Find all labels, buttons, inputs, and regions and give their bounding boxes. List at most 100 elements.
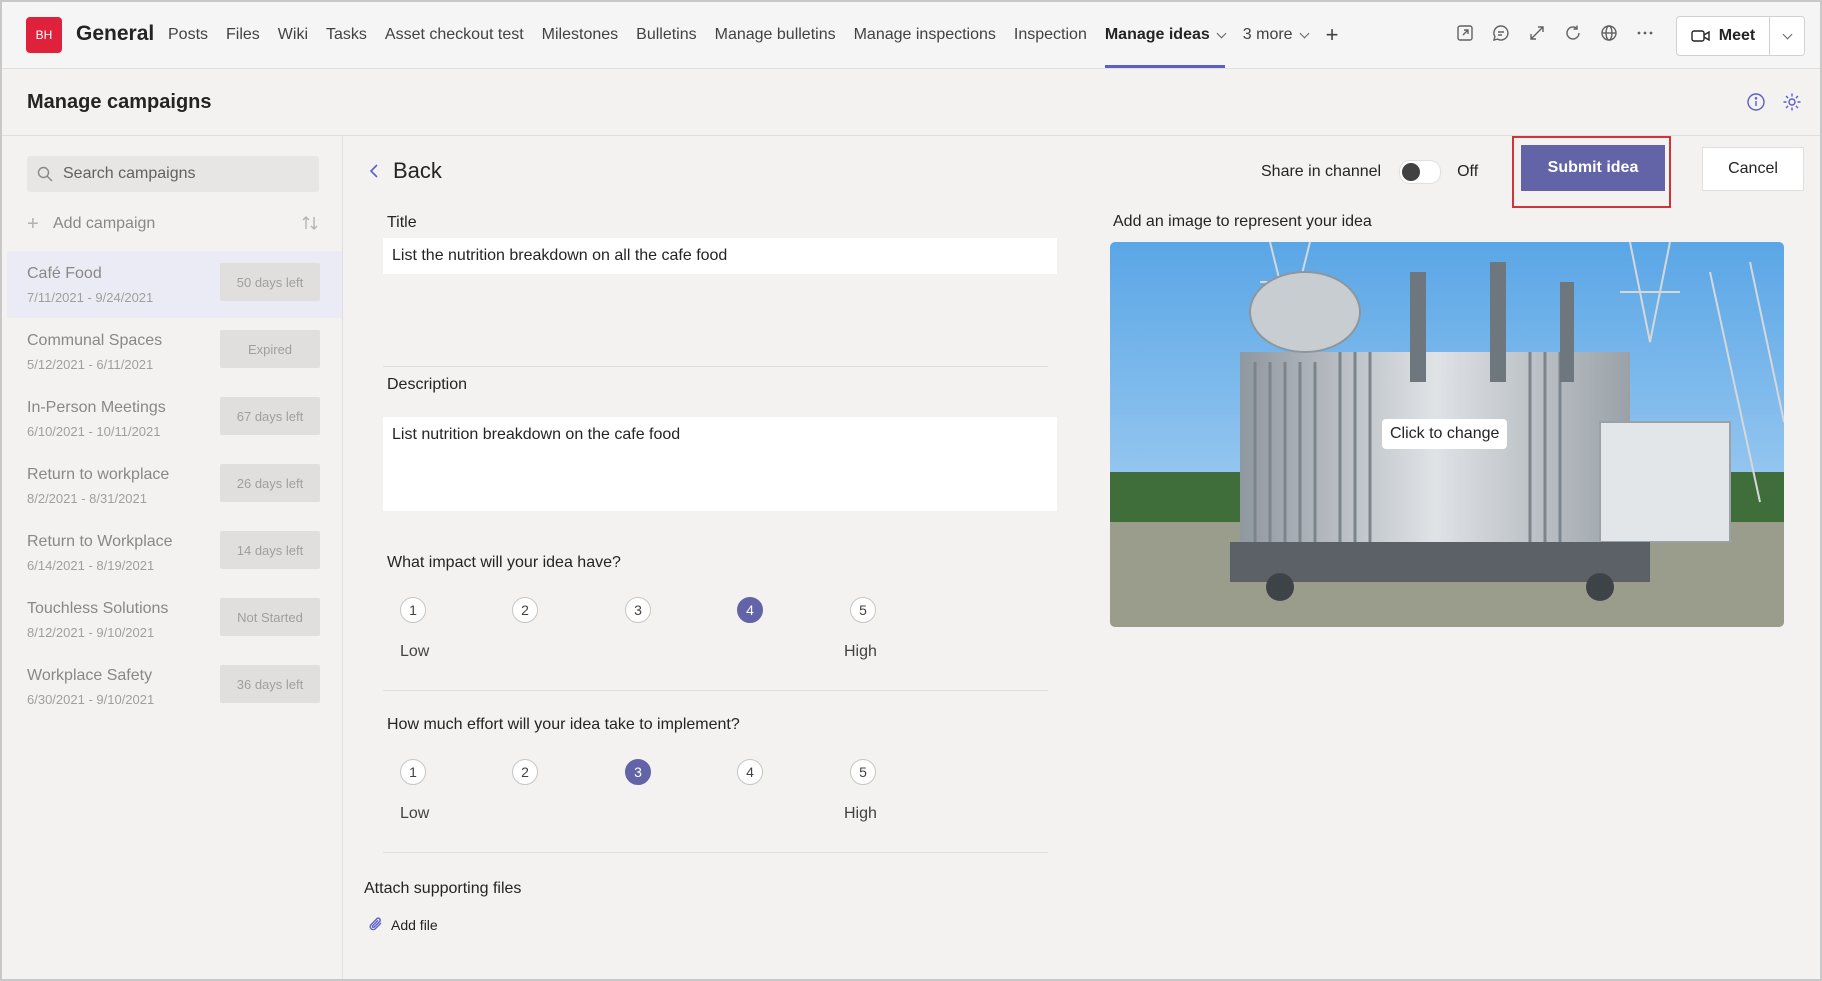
paperclip-icon xyxy=(369,917,382,931)
campaign-status-badge: 36 days left xyxy=(220,665,320,703)
expand-icon[interactable] xyxy=(1526,22,1548,44)
tab-label: Asset checkout test xyxy=(384,26,524,43)
effort-option-5[interactable]: 5 xyxy=(850,759,876,785)
effort-option-4[interactable]: 4 xyxy=(737,759,763,785)
impact-option-2[interactable]: 2 xyxy=(512,597,538,623)
impact-option-5[interactable]: 5 xyxy=(850,597,876,623)
meet-dropdown-button[interactable] xyxy=(1770,17,1804,55)
title-input[interactable] xyxy=(383,238,1057,274)
campaign-item[interactable]: Communal Spaces 5/12/2021 - 6/11/2021 Ex… xyxy=(7,318,342,385)
campaign-status-badge: 67 days left xyxy=(220,397,320,435)
divider xyxy=(383,366,1048,367)
add-campaign-label: Add campaign xyxy=(53,215,156,232)
tab-posts[interactable]: Posts xyxy=(168,2,208,68)
impact-high-label: High xyxy=(844,643,877,660)
video-icon xyxy=(1691,30,1710,42)
tab-label: Wiki xyxy=(277,26,309,43)
meet-button[interactable]: Meet xyxy=(1677,17,1770,55)
page-header: Manage campaigns xyxy=(2,69,1820,136)
sort-icon[interactable] xyxy=(301,214,319,232)
impact-question: What impact will your idea have? xyxy=(387,554,621,571)
tab-inspection[interactable]: Inspection xyxy=(1014,2,1087,68)
campaign-item[interactable]: Café Food 7/11/2021 - 9/24/2021 50 days … xyxy=(7,251,342,318)
cancel-button[interactable]: Cancel xyxy=(1702,147,1804,191)
campaign-item[interactable]: Return to workplace 8/2/2021 - 8/31/2021… xyxy=(7,452,342,519)
tab-label: Bulletins xyxy=(636,26,697,43)
tab-label: Manage bulletins xyxy=(714,26,836,43)
tab-label: Tasks xyxy=(326,26,367,43)
tab-files[interactable]: Files xyxy=(226,2,260,68)
chevron-left-icon xyxy=(369,164,378,178)
idea-image[interactable]: Click to change xyxy=(1110,242,1784,627)
tab-manage-inspections[interactable]: Manage inspections xyxy=(854,2,996,68)
effort-option-2[interactable]: 2 xyxy=(512,759,538,785)
tab-tasks[interactable]: Tasks xyxy=(326,2,367,68)
share-state: Off xyxy=(1457,163,1479,180)
campaign-item[interactable]: In-Person Meetings 6/10/2021 - 10/11/202… xyxy=(7,385,342,452)
title-label: Title xyxy=(387,214,417,231)
campaign-item[interactable]: Return to Workplace 6/14/2021 - 8/19/202… xyxy=(7,519,342,586)
campaign-status-badge: 50 days left xyxy=(220,263,320,301)
campaign-dates: 6/30/2021 - 9/10/2021 xyxy=(27,692,155,707)
impact-low-label: Low xyxy=(400,643,430,660)
tab-wiki[interactable]: Wiki xyxy=(278,2,308,68)
search-input[interactable] xyxy=(61,164,305,184)
add-campaign-button[interactable]: + Add campaign xyxy=(27,210,319,238)
share-in-channel: Share in channel Off xyxy=(1261,160,1478,184)
campaign-status-badge: 26 days left xyxy=(220,464,320,502)
search-icon xyxy=(37,166,53,182)
info-icon[interactable] xyxy=(1746,92,1766,117)
campaign-item[interactable]: Workplace Safety 6/30/2021 - 9/10/2021 3… xyxy=(7,653,342,720)
tab-label: Posts xyxy=(168,26,209,43)
campaign-item[interactable]: Touchless Solutions 8/12/2021 - 9/10/202… xyxy=(7,586,342,653)
more-icon[interactable] xyxy=(1634,22,1656,44)
tab-milestones[interactable]: Milestones xyxy=(542,2,618,68)
chevron-down-icon xyxy=(1782,29,1792,39)
attach-label: Attach supporting files xyxy=(364,880,522,897)
share-label: Share in channel xyxy=(1261,163,1382,180)
team-avatar[interactable]: BH xyxy=(26,17,62,53)
channel-name: General xyxy=(76,22,155,45)
idea-form: Back Share in channel Off Submit idea Ca… xyxy=(343,136,1820,979)
chevron-down-icon xyxy=(1299,28,1310,38)
campaign-name: Communal Spaces xyxy=(27,332,163,349)
campaign-name: Workplace Safety xyxy=(27,667,153,684)
impact-option-4[interactable]: 4 xyxy=(737,597,763,623)
effort-option-1[interactable]: 1 xyxy=(400,759,426,785)
tab-bulletins[interactable]: Bulletins xyxy=(636,2,696,68)
share-toggle[interactable] xyxy=(1399,160,1442,184)
campaign-name: Café Food xyxy=(27,265,102,282)
plus-icon: + xyxy=(27,212,39,235)
back-button[interactable]: Back xyxy=(369,158,442,184)
add-file-label: Add file xyxy=(391,917,438,933)
click-to-change-label: Click to change xyxy=(1382,419,1508,449)
campaign-dates: 6/14/2021 - 8/19/2021 xyxy=(27,558,155,573)
campaign-dates: 5/12/2021 - 6/11/2021 xyxy=(27,357,154,372)
refresh-icon[interactable] xyxy=(1562,22,1584,44)
campaign-name: In-Person Meetings xyxy=(27,399,166,416)
impact-option-1[interactable]: 1 xyxy=(400,597,426,623)
add-file-button[interactable]: Add file xyxy=(367,916,438,934)
tab-asset-checkout[interactable]: Asset checkout test xyxy=(385,2,524,68)
impact-option-3[interactable]: 3 xyxy=(625,597,651,623)
tab-manage-bulletins[interactable]: Manage bulletins xyxy=(715,2,836,68)
app-window: BH General Posts Files Wiki Tasks Asset … xyxy=(0,0,1822,981)
tab-more[interactable]: 3 more xyxy=(1243,2,1310,68)
header-icons xyxy=(1746,92,1802,117)
campaign-dates: 8/2/2021 - 8/31/2021 xyxy=(27,491,147,506)
gear-icon[interactable] xyxy=(1782,92,1802,117)
globe-icon[interactable] xyxy=(1598,22,1620,44)
effort-option-3[interactable]: 3 xyxy=(625,759,651,785)
tab-manage-ideas[interactable]: Manage ideas xyxy=(1104,2,1227,68)
search-box xyxy=(27,156,319,192)
campaign-dates: 7/11/2021 - 9/24/2021 xyxy=(27,290,154,305)
chevron-down-icon xyxy=(1216,28,1227,38)
description-input[interactable]: List nutrition breakdown on the cafe foo… xyxy=(383,417,1057,511)
submit-idea-button[interactable]: Submit idea xyxy=(1521,145,1665,191)
popout-icon[interactable] xyxy=(1454,22,1476,44)
add-tab-button[interactable]: + xyxy=(1326,2,1350,68)
divider xyxy=(383,852,1048,853)
meet-button-group: Meet xyxy=(1676,16,1805,56)
campaign-sidebar: + Add campaign Café Food 7/11/2021 - 9/2… xyxy=(2,136,343,979)
chat-icon[interactable] xyxy=(1490,22,1512,44)
